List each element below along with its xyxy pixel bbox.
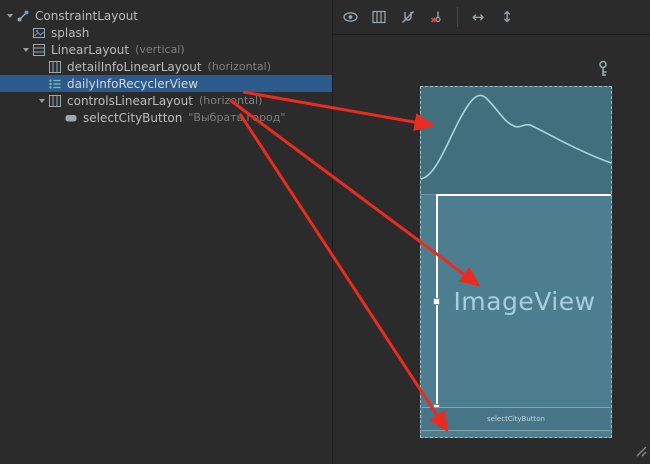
tree-item-annotation: (horizontal) [199, 94, 262, 107]
eye-icon[interactable] [341, 8, 359, 26]
recycler-view-icon [47, 77, 62, 91]
resize-horizontal-icon[interactable]: ↔ [469, 8, 487, 26]
toolbar-separator [457, 7, 458, 27]
tree-item-label: ConstraintLayout [35, 9, 138, 23]
tree-item-ConstraintLayout[interactable]: ConstraintLayout [0, 7, 332, 24]
tree-item-label: splash [51, 26, 89, 40]
image-icon [31, 26, 46, 40]
design-toolbar: ↔↕ [333, 0, 650, 35]
tree-item-label: LinearLayout [51, 43, 129, 57]
resize-grip[interactable] [633, 442, 647, 461]
selection-handle-left[interactable] [433, 298, 440, 305]
layout-preview[interactable]: ImageView selectCityButton [420, 86, 612, 438]
tree-item-annotation: "Выбрать город" [188, 111, 285, 124]
chevron-down-icon[interactable] [4, 8, 15, 24]
chevron-placeholder [36, 76, 47, 92]
chevron-placeholder [36, 59, 47, 75]
tree-item-annotation: (horizontal) [208, 60, 271, 73]
chevron-down-icon[interactable] [36, 93, 47, 109]
select-city-button-widget[interactable]: selectCityButton [422, 407, 610, 431]
layout-editor-window: ConstraintLayout splash LinearLayout (verti… [0, 0, 650, 464]
design-surface[interactable]: ImageView selectCityButton [333, 36, 650, 464]
chevron-placeholder [20, 25, 31, 41]
column-guides-icon[interactable] [370, 8, 388, 26]
linear-layout-horizontal-icon [47, 94, 62, 108]
recycler-view-region[interactable]: ImageView [436, 194, 611, 407]
constraint-layout-icon [15, 9, 30, 23]
tree-item-label: controlsLinearLayout [67, 94, 193, 108]
component-tree: ConstraintLayout splash LinearLayout (verti… [0, 0, 332, 464]
clear-constraints-icon[interactable] [428, 8, 446, 26]
detail-info-chart-region[interactable] [421, 87, 611, 195]
chevron-placeholder [52, 110, 63, 126]
button-icon [63, 111, 78, 125]
chart-curve [421, 87, 611, 193]
tree-item-dailyInfoRecyclerView[interactable]: dailyInfoRecyclerView [0, 75, 332, 92]
linear-layout-vertical-icon [31, 43, 46, 57]
tree-item-LinearLayout[interactable]: LinearLayout (vertical) [0, 41, 332, 58]
tree-item-splash[interactable]: splash [0, 24, 332, 41]
resize-vertical-icon[interactable]: ↕ [498, 8, 516, 26]
tree-item-label: dailyInfoRecyclerView [67, 77, 198, 91]
tree-item-selectCityButton[interactable]: selectCityButton "Выбрать город" [0, 109, 332, 126]
tree-item-label: selectCityButton [83, 111, 182, 125]
linear-layout-horizontal-icon [47, 60, 62, 74]
imageview-placeholder-label: ImageView [453, 287, 595, 316]
autoconnect-off-icon[interactable] [399, 8, 417, 26]
key-icon[interactable] [596, 60, 610, 82]
tree-item-controlsLinearLayout[interactable]: controlsLinearLayout (horizontal) [0, 92, 332, 109]
chevron-down-icon[interactable] [20, 42, 31, 58]
tree-item-detailInfoLinearLayout[interactable]: detailInfoLinearLayout (horizontal) [0, 58, 332, 75]
tree-item-label: detailInfoLinearLayout [67, 60, 202, 74]
tree-item-annotation: (vertical) [135, 43, 185, 56]
select-city-button-label: selectCityButton [487, 415, 545, 423]
design-panel: ↔↕ ImageView [333, 0, 650, 464]
